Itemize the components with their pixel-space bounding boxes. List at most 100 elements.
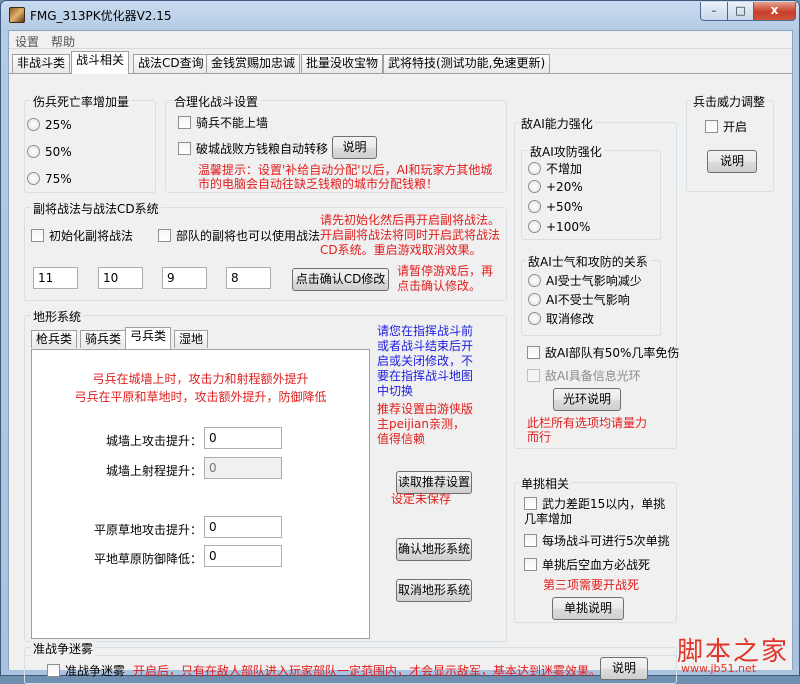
radio-icon[interactable] [528, 220, 541, 233]
title-bar[interactable]: FMG_313PK优化器V2.15 – □ x [1, 1, 799, 29]
confirm-cd-button[interactable]: 点击确认CD修改 [292, 268, 389, 291]
checkbox-icon[interactable] [527, 369, 540, 382]
radio-icon[interactable] [528, 200, 541, 213]
deputy-title: 副将战法与战法CD系统 [31, 200, 161, 217]
tab-cd-query[interactable]: 战法CD查询 [133, 54, 209, 73]
cd-input-4[interactable] [226, 267, 271, 289]
init-deputy-checkbox[interactable]: 初始化副将战法 [31, 227, 133, 244]
checkbox-icon[interactable] [524, 497, 537, 510]
ai-attack-option-none[interactable]: 不增加 [528, 160, 582, 177]
tab-combat[interactable]: 战斗相关 [71, 51, 130, 74]
plain-defense-input[interactable] [204, 545, 282, 567]
ai-aura-checkbox[interactable]: 敌AI具备信息光环 [527, 367, 641, 384]
wall-attack-input[interactable] [204, 427, 282, 449]
duel-five-checkbox[interactable]: 每场战斗可进行5次单挑 [524, 532, 670, 549]
duel-death-checkbox[interactable]: 单挑后空血方必战死 [524, 556, 650, 573]
combat-panel: 伤兵死亡率增加量 25% 50% 75% 合理化战斗设置 骑兵不能上墙 破城战败… [9, 73, 792, 684]
close-button[interactable]: x [753, 2, 796, 21]
confirm-terrain-button[interactable]: 确认地形系统 [396, 538, 472, 561]
terrain-recommend-note: 推荐设置由游侠版主peijian亲测，值得信赖 [377, 402, 474, 446]
menu-bar: 设置 帮助 [9, 31, 792, 49]
fog-title: 准战争迷雾 [31, 640, 96, 657]
ai-avoid-damage-checkbox[interactable]: 敌AI部队有50%几率免伤 [527, 344, 679, 361]
deputy-skill-checkbox[interactable]: 部队的副将也可以使用战法 [158, 227, 320, 244]
checkbox-icon[interactable] [705, 120, 718, 133]
checkbox-icon[interactable] [178, 116, 191, 129]
fog-group: 准战争迷雾 准战争迷雾 开启后，只有在敌人部队进入玩家部队一定范围内，才会显示敌… [24, 640, 677, 684]
aura-info-button[interactable]: 光环说明 [553, 388, 621, 411]
cancel-terrain-button[interactable]: 取消地形系统 [396, 579, 472, 602]
terrain-status: 设定未保存 [391, 492, 452, 506]
tab-confiscate[interactable]: 批量没收宝物 [301, 54, 384, 73]
plain-attack-input[interactable] [204, 516, 282, 538]
menu-settings[interactable]: 设置 [15, 33, 39, 50]
tab-skills[interactable]: 武将特技(测试功能,免速更新) [383, 54, 551, 73]
duel-note: 第三项需要开战死 [543, 578, 640, 592]
checkbox-icon[interactable] [524, 534, 537, 547]
cd-input-1[interactable] [33, 267, 78, 289]
radio-icon[interactable] [27, 118, 40, 131]
power-enable-checkbox[interactable]: 开启 [705, 118, 747, 135]
rational-info-button[interactable]: 说明 [332, 136, 377, 159]
resource-transfer-checkbox[interactable]: 破城战败方钱粮自动转移 [178, 140, 328, 157]
ai-attack-option-50[interactable]: +50% [528, 200, 583, 214]
radio-icon[interactable] [528, 162, 541, 175]
deputy-group: 副将战法与战法CD系统 初始化副将战法 部队的副将也可以使用战法 请先初始化然后… [24, 200, 507, 301]
ai-attack-title: 敌AI攻防强化 [528, 143, 604, 160]
radio-icon[interactable] [528, 274, 541, 287]
tab-spear[interactable]: 枪兵类 [31, 330, 78, 348]
checkbox-icon[interactable] [178, 142, 191, 155]
fog-desc: 开启后，只有在敌人部队进入玩家部队一定范围内，才会显示敌军，基本达到迷雾效果。 [133, 664, 602, 678]
terrain-tabs: 枪兵类 骑兵类 弓兵类 湿地 [31, 327, 231, 349]
tab-cavalry[interactable]: 骑兵类 [80, 330, 127, 348]
window-title: FMG_313PK优化器V2.15 [30, 9, 172, 23]
fog-info-button[interactable]: 说明 [600, 657, 648, 680]
tab-archer[interactable]: 弓兵类 [125, 327, 172, 349]
checkbox-icon[interactable] [158, 229, 171, 242]
ai-attack-option-100[interactable]: +100% [528, 220, 590, 234]
minimize-button[interactable]: – [700, 2, 728, 21]
radio-icon[interactable] [528, 293, 541, 306]
ai-morale-option-less[interactable]: AI受士气影响减少 [528, 272, 642, 289]
rational-group: 合理化战斗设置 骑兵不能上墙 破城战败方钱粮自动转移 说明 温馨提示：设置'补给… [165, 93, 507, 193]
duel-force-checkbox[interactable]: 武力差距15以内，单挑几率增加 [524, 497, 674, 527]
fog-checkbox[interactable]: 准战争迷雾 [47, 662, 125, 679]
casualty-option-25[interactable]: 25% [27, 118, 72, 132]
radio-icon[interactable] [528, 312, 541, 325]
tab-non-combat[interactable]: 非战斗类 [12, 54, 71, 73]
enemy-ai-title: 敌AI能力强化 [519, 115, 595, 132]
maximize-button[interactable]: □ [727, 2, 754, 21]
main-tabs: 非战斗类 战斗相关 战法CD查询 金钱赏赐加忠诚 批量没收宝物 武将特技(测试功… [9, 51, 792, 74]
radio-icon[interactable] [27, 145, 40, 158]
cd-input-3[interactable] [162, 267, 207, 289]
radio-icon[interactable] [528, 180, 541, 193]
radio-icon[interactable] [27, 172, 40, 185]
checkbox-icon[interactable] [47, 664, 60, 677]
duel-title: 单挑相关 [519, 475, 572, 492]
ai-morale-title: 敌AI士气和攻防的关系 [526, 253, 650, 270]
ai-attack-option-20[interactable]: +20% [528, 180, 583, 194]
app-icon [9, 7, 25, 23]
terrain-note: 请您在指挥战斗前或者战斗结束后开启或关闭修改，不要在指挥战斗地图中切换 [377, 324, 474, 398]
tab-wetland[interactable]: 湿地 [174, 330, 209, 348]
duel-info-button[interactable]: 单挑说明 [552, 597, 624, 620]
cavalry-no-wall-checkbox[interactable]: 骑兵不能上墙 [178, 114, 268, 131]
ai-morale-option-cancel[interactable]: 取消修改 [528, 310, 594, 327]
watermark-logo: 脚本之家 www.jb51.net [669, 631, 794, 675]
casualty-option-50[interactable]: 50% [27, 145, 72, 159]
archer-desc-1: 弓兵在城墙上时，攻击力和射程额外提升 [92, 372, 309, 386]
duel-group: 单挑相关 武力差距15以内，单挑几率增加 每场战斗可进行5次单挑 单挑后空血方必… [514, 475, 677, 623]
wall-attack-label: 城墙上攻击提升： [105, 434, 202, 448]
tab-money-loyalty[interactable]: 金钱赏赐加忠诚 [206, 54, 301, 73]
checkbox-icon[interactable] [31, 229, 44, 242]
deputy-tip-pause: 请暂停游戏后，再点击确认修改。 [397, 264, 494, 293]
app-window: FMG_313PK优化器V2.15 – □ x 设置 帮助 非战斗类 战斗相关 … [0, 0, 800, 684]
wall-range-input[interactable] [204, 457, 282, 479]
cd-input-2[interactable] [98, 267, 143, 289]
checkbox-icon[interactable] [524, 558, 537, 571]
menu-help[interactable]: 帮助 [51, 33, 75, 50]
ai-morale-option-none[interactable]: AI不受士气影响 [528, 291, 630, 308]
power-info-button[interactable]: 说明 [707, 150, 757, 173]
casualty-option-75[interactable]: 75% [27, 172, 72, 186]
checkbox-icon[interactable] [527, 346, 540, 359]
